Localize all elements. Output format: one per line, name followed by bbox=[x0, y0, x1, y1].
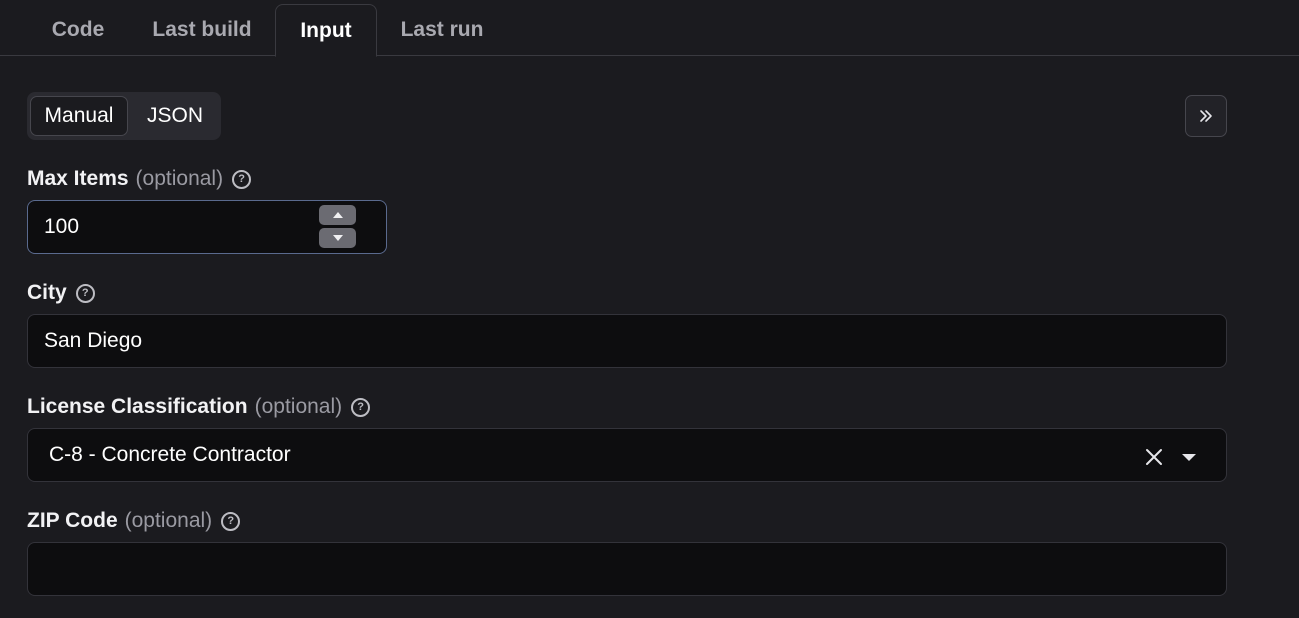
close-icon[interactable] bbox=[1140, 443, 1168, 471]
tab-input[interactable]: Input bbox=[275, 4, 377, 57]
max-items-label: Max Items (optional) ? bbox=[27, 165, 252, 193]
increment-button[interactable] bbox=[319, 205, 356, 225]
zip-code-label: ZIP Code (optional) ? bbox=[27, 507, 241, 535]
tab-last-run[interactable]: Last run bbox=[388, 4, 496, 56]
optional-tag: (optional) bbox=[135, 167, 224, 190]
city-label-text: City bbox=[27, 281, 67, 304]
input-mode-toggle: Manual JSON bbox=[27, 92, 221, 140]
zip-code-input[interactable] bbox=[27, 542, 1227, 596]
tab-last-build[interactable]: Last build bbox=[140, 4, 264, 56]
license-selected-value: C-8 - Concrete Contractor bbox=[49, 443, 291, 466]
question-circle-icon[interactable]: ? bbox=[351, 397, 371, 417]
tab-bar: Code Last build Input Last run bbox=[0, 0, 1299, 57]
license-label-text: License Classification bbox=[27, 395, 248, 418]
caret-up-icon bbox=[332, 212, 343, 218]
max-items-value: 100 bbox=[44, 215, 80, 238]
json-mode-button[interactable]: JSON bbox=[131, 96, 219, 136]
decrement-button[interactable] bbox=[319, 228, 356, 248]
city-input[interactable]: San Diego bbox=[27, 314, 1227, 368]
caret-down-icon bbox=[332, 235, 343, 241]
optional-tag: (optional) bbox=[254, 395, 343, 418]
double-chevron-right-icon bbox=[1200, 110, 1212, 122]
question-circle-icon[interactable]: ? bbox=[75, 283, 95, 303]
city-label: City ? bbox=[27, 279, 95, 307]
caret-down-icon[interactable] bbox=[1175, 443, 1203, 471]
license-classification-label: License Classification (optional) ? bbox=[27, 393, 371, 421]
max-items-label-text: Max Items bbox=[27, 167, 129, 190]
city-value: San Diego bbox=[44, 329, 143, 352]
license-classification-select[interactable]: C-8 - Concrete Contractor bbox=[27, 428, 1227, 482]
expand-panel-button[interactable] bbox=[1185, 95, 1227, 137]
manual-mode-button[interactable]: Manual bbox=[30, 96, 128, 136]
zip-label-text: ZIP Code bbox=[27, 509, 118, 532]
question-circle-icon[interactable]: ? bbox=[221, 511, 241, 531]
select-controls bbox=[1140, 443, 1203, 471]
optional-tag: (optional) bbox=[124, 509, 213, 532]
question-circle-icon[interactable]: ? bbox=[232, 169, 252, 189]
tab-code[interactable]: Code bbox=[28, 4, 128, 56]
